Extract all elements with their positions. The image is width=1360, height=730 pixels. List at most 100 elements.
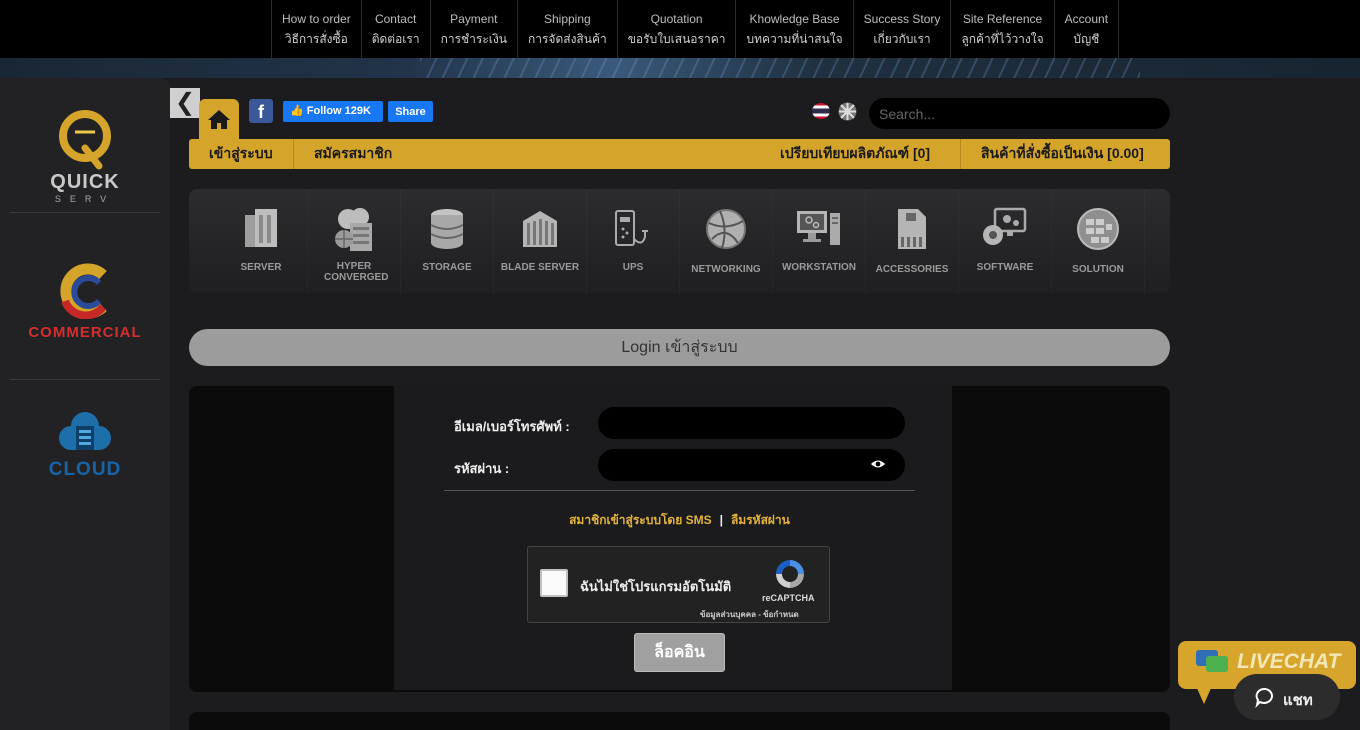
facebook-share-button[interactable]: Share (388, 101, 433, 122)
nav-label-th: การจัดส่งสินค้า (527, 32, 607, 46)
email-label: อีเมล/เบอร์โทรศัพท์ : (454, 419, 570, 434)
cloud-logo-text: CLOUD (48, 459, 122, 480)
nav-label-th: ลูกค้าที่ไว้วางใจ (961, 32, 1044, 46)
category-accessories[interactable]: ACCESSORIES (866, 189, 959, 294)
nav-label-th: บัญชี (1073, 32, 1100, 46)
register-link[interactable]: สมัครสมาชิก (314, 139, 392, 169)
brand-sidebar: QUICK SERV COMMERCIAL CLOUD (0, 78, 170, 730)
category-storage[interactable]: STORAGE (401, 189, 494, 294)
show-password-eye-icon[interactable] (871, 459, 885, 469)
nav-site-reference[interactable]: Site Reference ลูกค้าที่ไว้วางใจ (950, 0, 1053, 58)
server-icon (245, 209, 277, 247)
nav-label-th: วิธีการสั่งซื้อ (284, 32, 348, 46)
forgot-password-link[interactable]: ลืมรหัสผ่าน (731, 513, 790, 527)
sms-login-link[interactable]: สมาชิกเข้าสู่ระบบโดย SMS (569, 513, 711, 527)
login-link[interactable]: เข้าสู่ระบบ (209, 139, 273, 169)
solution-icon (1077, 208, 1119, 250)
home-icon (208, 110, 230, 129)
login-title: Login เข้าสู่ระบบ (189, 329, 1170, 366)
recaptcha-logo-icon (776, 560, 804, 588)
nav-how-to-order[interactable]: How to order วิธีการสั่งซื้อ (271, 0, 361, 58)
quickserv-logo[interactable]: QUICK SERV (10, 108, 160, 204)
nav-label-th: บทความที่น่าสนใจ (746, 32, 843, 46)
category-label: UPS (622, 262, 644, 273)
nav-label-en: Payment (450, 12, 498, 26)
livechat-banner-tail (1196, 686, 1212, 704)
category-solution[interactable]: SOLUTION (1052, 189, 1145, 294)
thumbs-up-icon: 👍 (290, 105, 307, 117)
recaptcha-checkbox[interactable] (540, 569, 568, 597)
hyper-converged-icon (335, 208, 372, 251)
storage-icon (430, 209, 464, 249)
category-label: NETWORKING (691, 264, 761, 275)
account-bar: เข้าสู่ระบบ สมัครสมาชิก เปรียบเทียบผลิตภ… (189, 139, 1170, 169)
commercial-logo-text: COMMERCIAL (28, 324, 142, 341)
nav-label-th: การชำระเงิน (440, 32, 507, 46)
chat-bubble-icon (1255, 688, 1273, 708)
chat-button-label: แชท (1283, 692, 1313, 709)
password-field[interactable] (598, 449, 905, 481)
follow-label: Follow 129K (306, 105, 371, 117)
quick-logo-text: QUICK (50, 171, 120, 193)
nav-label-en: Site Reference (962, 12, 1043, 26)
nav-account[interactable]: Account บัญชี (1053, 0, 1120, 58)
commercial-logo[interactable]: COMMERCIAL (10, 263, 160, 341)
nav-label-en: Success Story (863, 12, 941, 26)
recaptcha-label: ฉันไม่ใช่โปรแกรมอัตโนมัติ (580, 579, 732, 594)
compare-products-link[interactable]: เปรียบเทียบผลิตภัณฑ์ [0] (780, 139, 930, 169)
sidebar-collapse-button[interactable]: ❮ (170, 88, 200, 118)
facebook-follow-button[interactable]: 👍 Follow 129K (283, 101, 383, 122)
category-server[interactable]: SERVER (215, 189, 308, 294)
category-label: STORAGE (422, 262, 472, 273)
nav-label-en: Quotation (650, 12, 703, 26)
nav-shipping[interactable]: Shipping การจัดส่งสินค้า (516, 0, 617, 58)
cart-total-link[interactable]: สินค้าที่สั่งซื้อเป็นเงิน [0.00] (981, 139, 1144, 169)
login-links: สมาชิกเข้าสู่ระบบโดย SMS | ลืมรหัสผ่าน (444, 511, 915, 530)
livechat-text: LIVECHAT (1237, 650, 1341, 673)
chevron-left-icon: ❮ (174, 89, 196, 116)
category-label: ACCESSORIES (875, 264, 949, 275)
blade-server-icon (523, 211, 557, 247)
account-bar-divider (960, 139, 961, 169)
category-workstation[interactable]: WORKSTATION (773, 189, 866, 294)
software-icon (983, 207, 1027, 245)
nav-label-th: เกี่ยวกับเรา (873, 32, 931, 46)
password-label: รหัสผ่าน : (454, 461, 510, 476)
thai-flag-icon[interactable] (812, 103, 830, 119)
nav-quotation[interactable]: Quotation ขอรับใบเสนอราคา (616, 0, 736, 58)
nav-label-th: ขอรับใบเสนอราคา (627, 32, 726, 46)
form-divider (444, 490, 915, 491)
facebook-icon[interactable]: f (249, 99, 273, 123)
nav-contact[interactable]: Contact ติดต่อเรา (360, 0, 430, 58)
search-input[interactable] (869, 98, 1170, 129)
nav-label-en: How to order (282, 12, 351, 26)
accessories-icon (898, 209, 926, 249)
recaptcha-brand: reCAPTCHA (762, 593, 815, 603)
uk-flag-icon[interactable] (838, 102, 857, 121)
category-blade-server[interactable]: BLADE SERVER (494, 189, 587, 294)
workstation-icon (797, 211, 840, 245)
category-hyper-converged[interactable]: HYPER CONVERGED (308, 189, 401, 294)
category-menu: SERVER HYPER CONVERGED STORAGE BLADE SER… (189, 189, 1170, 294)
livechat-bubble-icon (1196, 650, 1228, 672)
top-nav-items: How to order วิธีการสั่งซื้อ Contact ติด… (271, 0, 1120, 58)
login-submit-button[interactable]: ล็อคอิน (634, 633, 725, 672)
recaptcha-terms-link[interactable]: ข้อมูลส่วนบุคคล - ข้อกำหนด (700, 608, 799, 621)
recaptcha-widget: ฉันไม่ใช่โปรแกรมอัตโนมัติ reCAPTCHA ข้อม… (527, 546, 830, 623)
nav-knowledge-base[interactable]: Khowledge Base บทความที่น่าสนใจ (735, 0, 852, 58)
category-software[interactable]: SOFTWARE (959, 189, 1052, 294)
category-label: WORKSTATION (781, 262, 857, 273)
nav-label-en: Account (1064, 12, 1109, 26)
networking-icon (706, 209, 746, 249)
category-networking[interactable]: NETWORKING (680, 189, 773, 294)
nav-success-story[interactable]: Success Story เกี่ยวกับเรา (852, 0, 951, 58)
quick-logo-mark-icon (59, 110, 111, 170)
email-field[interactable] (598, 407, 905, 439)
category-ups[interactable]: UPS (587, 189, 680, 294)
category-label: SOFTWARE (976, 262, 1034, 273)
home-button[interactable] (199, 99, 239, 141)
nav-payment[interactable]: Payment การชำระเงิน (429, 0, 517, 58)
cloud-logo[interactable]: CLOUD (10, 408, 160, 481)
ups-icon (615, 210, 648, 246)
category-label: SERVER (240, 262, 282, 273)
